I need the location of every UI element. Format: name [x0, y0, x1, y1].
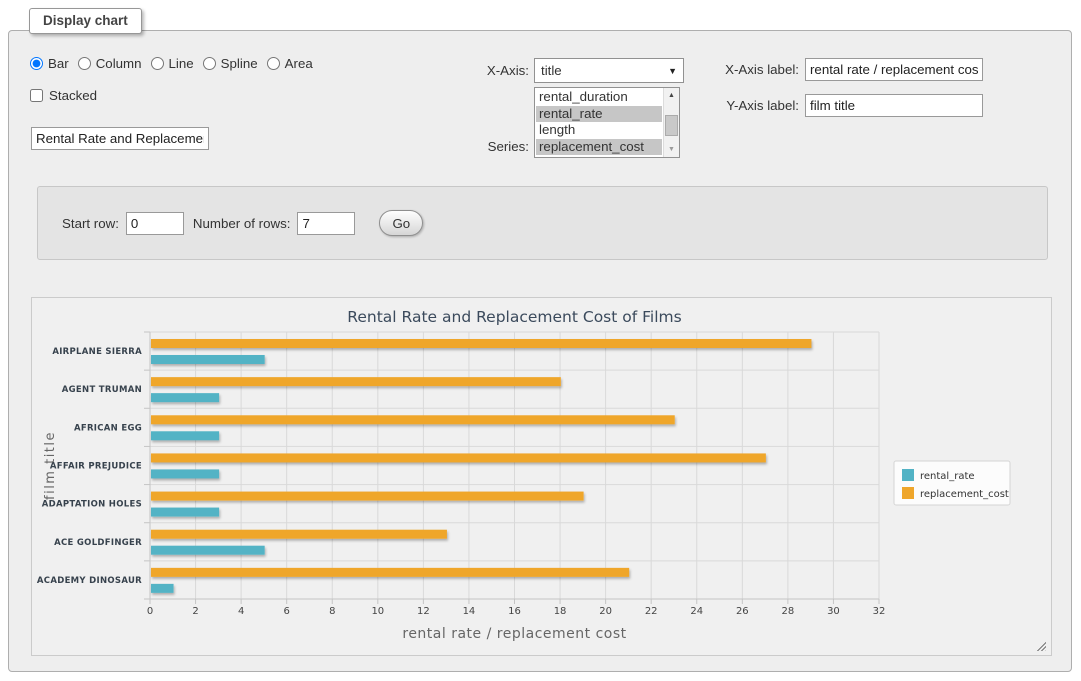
radio-label: Column [96, 56, 142, 71]
series-options: rental_durationrental_ratelengthreplacem… [536, 89, 662, 155]
chart-type-radio-column[interactable]: Column [78, 56, 142, 71]
x-tick-label: 30 [827, 606, 840, 617]
stacked-checkbox-row[interactable]: Stacked [30, 88, 97, 103]
chart-svg: 02468101214161820222426283032AIRPLANE SI… [32, 298, 1051, 655]
x-tick-label: 22 [645, 606, 658, 617]
stacked-checkbox[interactable] [30, 89, 43, 102]
scroll-down-icon[interactable]: ▼ [664, 142, 679, 157]
radio-column[interactable] [78, 57, 91, 70]
bar-rental_rate[interactable] [151, 546, 265, 555]
chart-legend: rental_rate replacement_cost [894, 461, 1010, 505]
x-tick-label: 4 [238, 606, 244, 617]
start-row-label: Start row: [62, 216, 119, 231]
bar-replacement_cost[interactable] [151, 492, 584, 501]
x-tick-label: 24 [690, 606, 703, 617]
x-tick-label: 28 [782, 606, 795, 617]
x-tick-label: 16 [508, 606, 521, 617]
chart-type-radio-area[interactable]: Area [267, 56, 313, 71]
category-label: AIRPLANE SIERRA [52, 347, 142, 357]
bar-chart: 02468101214161820222426283032AIRPLANE SI… [32, 298, 1051, 658]
x-tick-label: 0 [147, 606, 153, 617]
bar-rental_rate[interactable] [151, 431, 219, 440]
x-tick-label: 32 [873, 606, 886, 617]
listbox-scrollbar[interactable]: ▲ ▼ [663, 88, 679, 157]
row-range-panel: Start row: Number of rows: Go [37, 186, 1048, 260]
chart-container: 02468101214161820222426283032AIRPLANE SI… [31, 297, 1052, 656]
stacked-label: Stacked [49, 88, 97, 103]
bar-rental_rate[interactable] [151, 508, 219, 517]
radio-bar[interactable] [30, 57, 43, 70]
radio-line[interactable] [151, 57, 164, 70]
series-option-replacement_cost[interactable]: replacement_cost [536, 139, 662, 156]
series-multiselect[interactable]: rental_durationrental_ratelengthreplacem… [534, 87, 680, 158]
radio-label: Spline [221, 56, 258, 71]
y-axis-label-input[interactable] [805, 94, 983, 117]
bar-rental_rate[interactable] [151, 355, 265, 364]
chart-type-radio-group: Bar Column Line Spline Area [30, 56, 322, 71]
bar-replacement_cost[interactable] [151, 530, 447, 539]
x-tick-label: 2 [192, 606, 198, 617]
x-axis-label-field-label: X-Axis label: [689, 62, 799, 77]
series-option-rental_duration[interactable]: rental_duration [536, 89, 662, 106]
bar-rental_rate[interactable] [151, 393, 219, 402]
number-of-rows-input[interactable] [297, 212, 355, 235]
x-tick-label: 18 [554, 606, 567, 617]
chart-type-radio-line[interactable]: Line [151, 56, 194, 71]
x-tick-label: 20 [599, 606, 612, 617]
bar-replacement_cost[interactable] [151, 415, 675, 424]
category-label: AFFAIR PREJUDICE [50, 462, 142, 472]
go-button[interactable]: Go [379, 210, 423, 236]
chart-title-input[interactable] [31, 127, 209, 150]
display-chart-panel: Display chart BarColumnLineSplineArea St… [8, 30, 1072, 672]
chart-title: Rental Rate and Replacement Cost of Film… [347, 308, 681, 326]
x-axis-label-input[interactable] [805, 58, 983, 81]
bar-rental_rate[interactable] [151, 469, 219, 478]
bar-rental_rate[interactable] [151, 584, 174, 593]
chevron-down-icon: ▼ [668, 66, 677, 76]
bar-replacement_cost[interactable] [151, 568, 629, 577]
bar-replacement_cost[interactable] [151, 453, 766, 462]
legend-item-rental_rate[interactable]: rental_rate [902, 469, 975, 482]
category-label: AFRICAN EGG [74, 423, 142, 433]
number-of-rows-label: Number of rows: [193, 216, 291, 231]
y-axis-label-field-label: Y-Axis label: [689, 98, 799, 113]
x-tick-label: 12 [417, 606, 430, 617]
bar-replacement_cost[interactable] [151, 377, 561, 386]
radio-label: Area [285, 56, 313, 71]
bar-replacement_cost[interactable] [151, 339, 811, 348]
series-option-length[interactable]: length [536, 122, 662, 139]
radio-spline[interactable] [203, 57, 216, 70]
panel-title: Display chart [29, 8, 142, 34]
start-row-input[interactable] [126, 212, 184, 235]
series-option-rental_rate[interactable]: rental_rate [536, 106, 662, 123]
radio-area[interactable] [267, 57, 280, 70]
x-axis-select[interactable]: title ▼ [534, 58, 684, 83]
chart-type-radio-bar[interactable]: Bar [30, 56, 69, 71]
radio-label: Bar [48, 56, 69, 71]
x-tick-label: 10 [371, 606, 384, 617]
x-axis-select-label: X-Axis: [439, 63, 529, 78]
x-tick-label: 14 [463, 606, 476, 617]
legend-swatch [902, 469, 914, 481]
series-list-label: Series: [439, 139, 529, 154]
category-label: AGENT TRUMAN [62, 385, 142, 395]
x-tick-label: 6 [284, 606, 290, 617]
category-label: ACE GOLDFINGER [54, 538, 142, 548]
legend-label: replacement_cost [920, 489, 1009, 500]
x-axis-title: rental rate / replacement cost [402, 626, 626, 642]
category-label: ADAPTATION HOLES [42, 500, 142, 510]
y-axis-title: film title [43, 431, 58, 500]
x-tick-label: 8 [329, 606, 335, 617]
legend-swatch [902, 487, 914, 499]
x-axis-selected-value: title [541, 63, 668, 78]
legend-label: rental_rate [920, 471, 975, 482]
scrollbar-thumb[interactable] [665, 115, 678, 136]
category-label: ACADEMY DINOSAUR [37, 576, 142, 586]
x-tick-label: 26 [736, 606, 749, 617]
chart-type-radio-spline[interactable]: Spline [203, 56, 258, 71]
scroll-up-icon[interactable]: ▲ [664, 88, 679, 103]
radio-label: Line [169, 56, 194, 71]
